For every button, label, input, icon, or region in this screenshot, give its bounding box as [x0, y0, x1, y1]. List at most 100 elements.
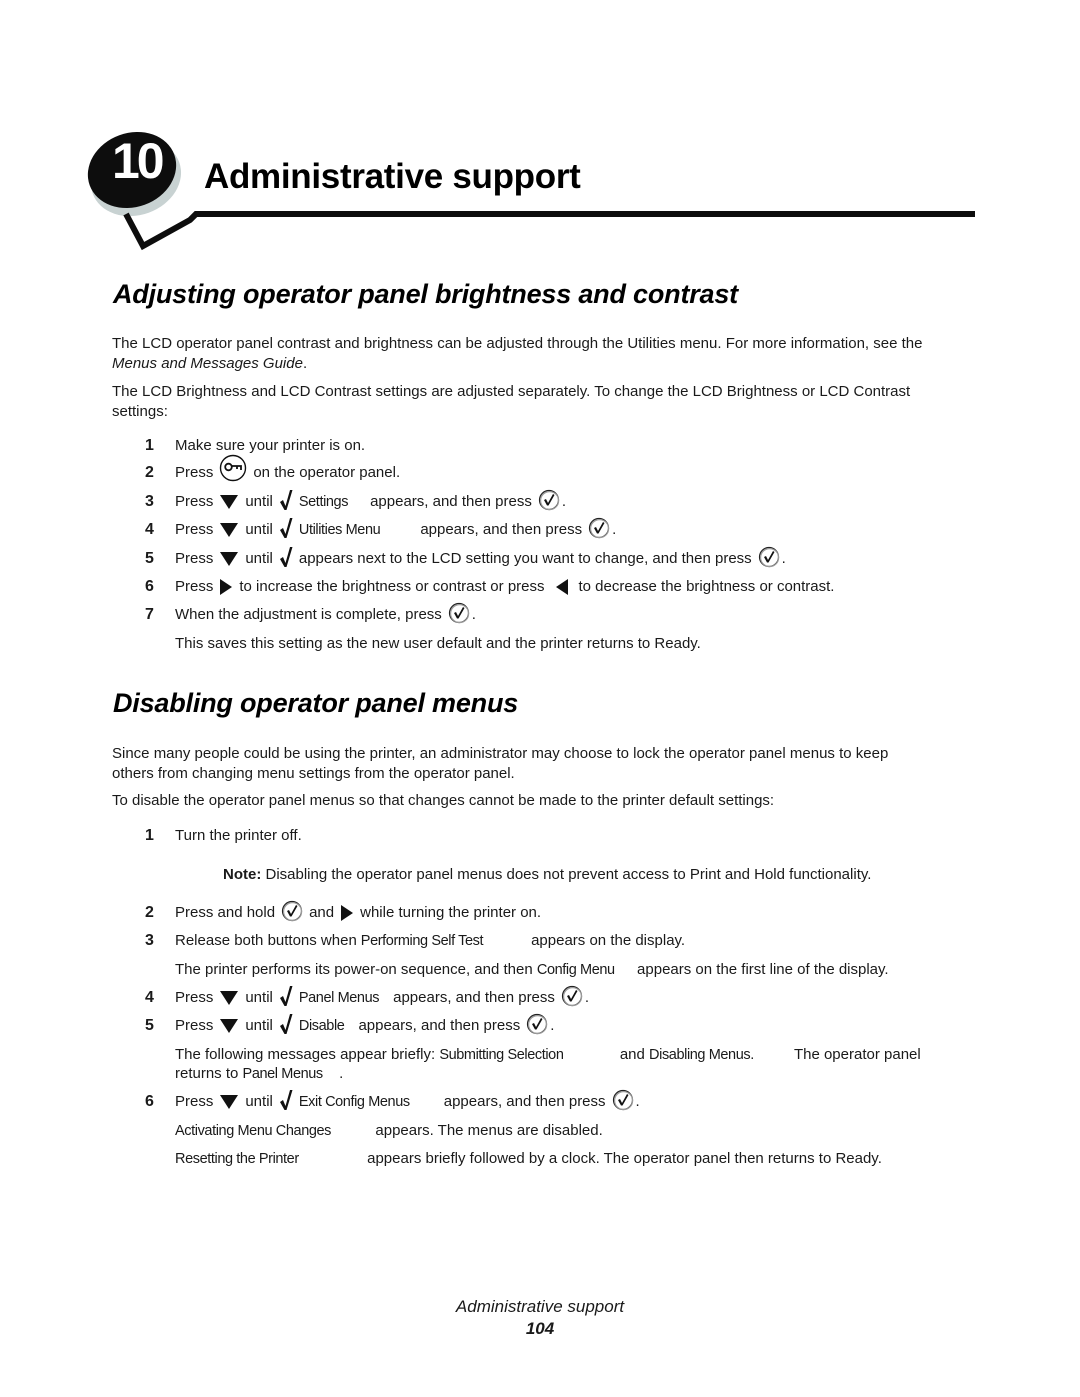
s1-step-7: 7 When the adjustment is complete, press… — [145, 604, 476, 626]
s1-step-4: 4 Press until Utilities Menu appears, an… — [145, 519, 616, 541]
step-text: . — [781, 550, 786, 567]
lcd-message: Exit Config Menus — [298, 1094, 410, 1110]
down-arrow-icon — [219, 1018, 239, 1034]
result-text: . — [339, 1065, 344, 1082]
step-number: 6 — [145, 578, 154, 595]
lcd-message: Resetting the Printer — [175, 1151, 299, 1167]
s2-step-1: 1 Turn the printer off. — [145, 825, 302, 847]
s2-step-3: 3 Release both buttons when Performing S… — [145, 930, 685, 952]
guide-reference: Menus and Messages Guide — [112, 355, 303, 372]
left-arrow-icon — [555, 578, 569, 596]
step-text: appears, and then press — [393, 989, 555, 1006]
step-text: Press — [175, 521, 214, 538]
s1-step7-result: This saves this setting as the new user … — [175, 635, 701, 652]
lcd-message: Submitting Selection — [439, 1047, 564, 1063]
select-button-icon — [448, 602, 470, 624]
lcd-message: Panel Menus — [298, 990, 380, 1006]
section-heading-disabling: Disabling operator panel menus — [113, 688, 519, 718]
s1-step-3: 3 Press until Settings appears, and then… — [145, 491, 566, 513]
step-text: until — [245, 550, 273, 567]
s2-step6-result2: Resetting the Printer appears briefly fo… — [175, 1149, 882, 1169]
select-button-icon — [588, 517, 610, 539]
step-number: 3 — [145, 932, 154, 949]
s1-step-1: 1 Make sure your printer is on. — [145, 435, 365, 457]
step-text: Press — [175, 989, 214, 1006]
down-arrow-icon — [219, 522, 239, 538]
checkmark-icon — [279, 546, 293, 568]
step-number: 1 — [145, 437, 154, 454]
result-text: appears on the first line of the display… — [637, 961, 889, 978]
checkmark-icon — [279, 1013, 293, 1035]
section1-intro: The LCD operator panel contrast and brig… — [112, 334, 982, 374]
step-text: Press — [175, 493, 214, 510]
down-arrow-icon — [219, 990, 239, 1006]
lcd-message: Performing Self Test — [360, 933, 484, 949]
s1-step-5: 5 Press until appears next to the LCD se… — [145, 548, 786, 570]
step-text: Press and hold — [175, 904, 276, 921]
intro-end: . — [302, 355, 308, 372]
step-text: Turn the printer off. — [175, 827, 302, 844]
para1-line1: Since many people could be using the pri… — [112, 745, 889, 762]
step-number: 4 — [145, 989, 154, 1006]
section2-para1: Since many people could be using the pri… — [112, 744, 982, 784]
step-text: Make sure your printer is on. — [175, 437, 366, 454]
step-text: . — [612, 521, 617, 538]
step-text: . — [584, 989, 590, 1006]
step-text: appears, and then press — [370, 493, 532, 510]
step-text: until — [245, 493, 273, 510]
para2-line1: The LCD Brightness and LCD Contrast sett… — [112, 383, 911, 400]
chapter-number: 10 — [112, 133, 165, 189]
step-text: until — [245, 1093, 273, 1110]
step-text: Press — [175, 578, 214, 595]
step-number: 5 — [145, 1017, 154, 1034]
step-text: appears on the display. — [531, 932, 686, 949]
menu-key-icon — [219, 454, 247, 482]
lcd-message: Disable — [298, 1018, 345, 1034]
select-button-icon — [526, 1013, 548, 1035]
result-text: appears. The menus are disabled. — [375, 1122, 603, 1139]
select-button-icon — [612, 1089, 634, 1111]
checkmark-icon — [279, 1089, 293, 1111]
step-number: 6 — [145, 1093, 154, 1110]
step-number: 2 — [145, 464, 154, 481]
section1-para2: The LCD Brightness and LCD Contrast sett… — [112, 382, 982, 422]
result-text: returns to — [175, 1065, 239, 1082]
page-number: 104 — [525, 1319, 555, 1338]
note-label: Note: — [223, 866, 262, 883]
s1-step-2: 2 Press on the operator panel. — [145, 462, 400, 484]
step-number: 4 — [145, 521, 154, 538]
s2-step5-result-line1: The following messages appear briefly: S… — [175, 1045, 921, 1065]
step-text: Press — [175, 550, 214, 567]
step-text: appears, and then press — [358, 1017, 521, 1034]
down-arrow-icon — [219, 551, 239, 567]
step-text: until — [245, 1017, 273, 1034]
right-arrow-icon — [340, 904, 354, 922]
step-text: until — [245, 521, 273, 538]
lcd-message: Panel Menus — [242, 1066, 324, 1082]
lcd-message: Settings — [298, 494, 349, 510]
result-text: The printer performs its power-on sequen… — [175, 961, 533, 978]
step-text: to decrease the brightness or contrast. — [578, 578, 835, 595]
step-number: 7 — [145, 606, 154, 623]
select-button-icon — [538, 489, 560, 511]
checkmark-icon — [279, 985, 293, 1007]
step-text: until — [245, 989, 273, 1006]
intro-text: The LCD operator panel contrast and brig… — [112, 335, 923, 352]
result-text: The following messages appear briefly: — [175, 1046, 436, 1063]
section-heading-brightness: Adjusting operator panel brightness and … — [113, 279, 738, 309]
step-text: appears, and then press — [443, 1093, 606, 1110]
step-text: . — [471, 606, 476, 623]
note: Note: Disabling the operator panel menus… — [223, 865, 871, 885]
step-number: 3 — [145, 493, 154, 510]
s2-step3-result: The printer performs its power-on sequen… — [175, 960, 889, 980]
result-text: appears briefly followed by a clock. The… — [367, 1150, 882, 1167]
lcd-message: Config Menu — [536, 962, 615, 978]
step-text: . — [550, 1017, 555, 1034]
step-text: Release both buttons when — [175, 932, 357, 949]
step-text: while turning the printer on. — [360, 904, 542, 921]
down-arrow-icon — [219, 494, 239, 510]
step-number: 5 — [145, 550, 154, 567]
lcd-message: Disabling Menus. — [649, 1047, 754, 1063]
footer-title: Administrative support — [455, 1297, 625, 1316]
para1-line2: others from changing menu settings from … — [112, 765, 515, 782]
